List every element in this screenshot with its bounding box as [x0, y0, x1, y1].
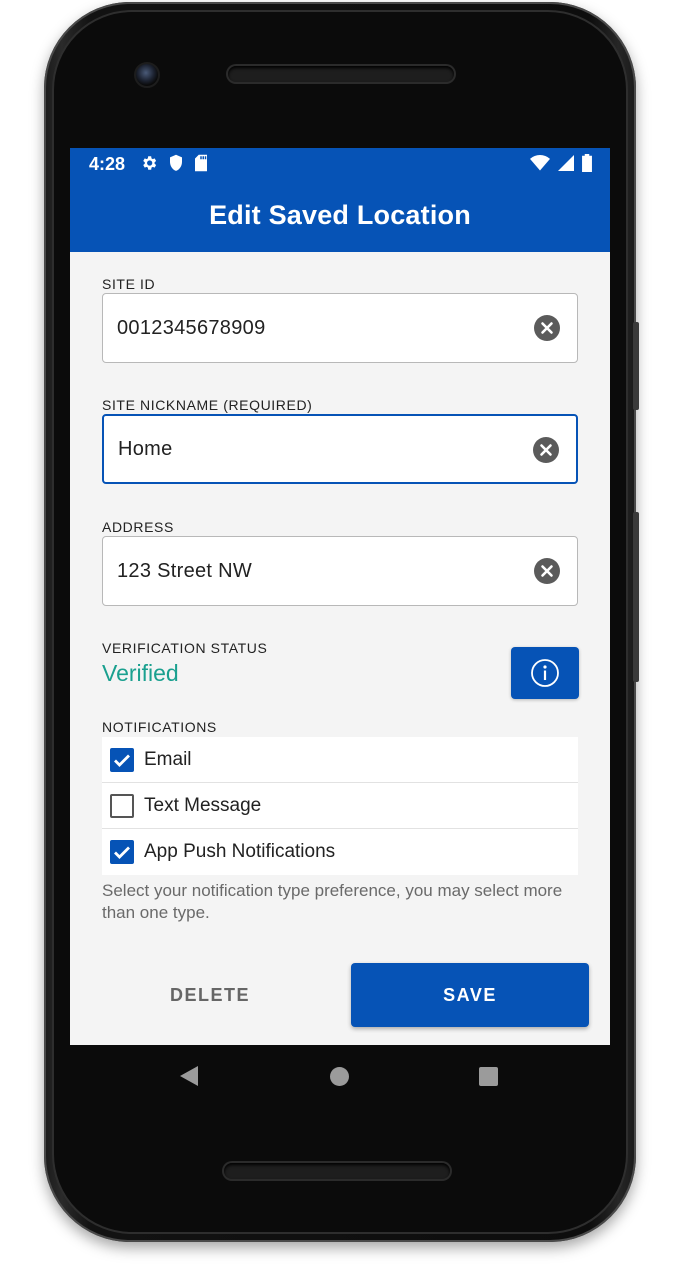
info-icon [531, 659, 559, 687]
status-time: 4:28 [89, 154, 126, 174]
notifications-label: NOTIFICATIONS [102, 719, 217, 735]
shield-icon [170, 154, 182, 171]
app-screen: 4:28 Edit Saved Location SITE ID 0012345… [70, 148, 610, 1045]
notifications-help-text: Select your notification type preference… [102, 881, 563, 922]
email-option-label: Email [144, 749, 192, 770]
status-icons-left [140, 154, 208, 172]
bottom-speaker [224, 1163, 450, 1179]
recent-apps-icon[interactable] [479, 1067, 498, 1086]
notification-options: Email Text Message App Push Notification… [102, 737, 578, 875]
back-icon[interactable] [178, 1065, 200, 1087]
site-nickname-input[interactable] [118, 416, 518, 482]
status-icons-right [530, 154, 592, 172]
home-icon[interactable] [330, 1067, 349, 1086]
notification-option-email[interactable]: Email [102, 737, 578, 783]
gear-icon [143, 156, 157, 170]
earpiece-speaker [228, 66, 454, 82]
app-push-checkbox[interactable] [110, 840, 134, 864]
clear-icon[interactable] [533, 437, 559, 463]
text-message-checkbox[interactable] [110, 794, 134, 818]
app-push-option-label: App Push Notifications [144, 841, 336, 862]
notification-option-text-message[interactable]: Text Message [102, 783, 578, 829]
email-checkbox[interactable] [110, 748, 134, 772]
site-id-label: SITE ID [102, 276, 156, 292]
site-id-field [102, 293, 578, 363]
clear-icon[interactable] [534, 315, 560, 341]
battery-icon [582, 154, 592, 172]
site-nickname-label: SITE NICKNAME (REQUIRED) [102, 397, 313, 413]
info-button[interactable] [511, 647, 579, 699]
address-label: ADDRESS [102, 519, 174, 535]
verification-status-value: Verified [102, 660, 179, 686]
save-button[interactable]: SAVE [351, 963, 589, 1027]
notification-option-app-push[interactable]: App Push Notifications [102, 829, 578, 875]
signal-icon [558, 155, 574, 171]
address-field [102, 536, 578, 606]
volume-button [633, 512, 639, 682]
checkmark-icon [114, 754, 130, 767]
text-message-option-label: Text Message [144, 795, 262, 816]
delete-button[interactable]: DELETE [100, 963, 320, 1027]
app-bar: 4:28 Edit Saved Location [70, 148, 610, 252]
verification-status-label: VERIFICATION STATUS [102, 640, 268, 656]
checkmark-icon [114, 846, 130, 859]
front-camera [134, 62, 160, 88]
clear-icon[interactable] [534, 558, 560, 584]
address-input[interactable] [117, 537, 517, 605]
site-nickname-field [102, 414, 578, 484]
wifi-icon [530, 155, 550, 171]
site-id-input[interactable] [117, 294, 517, 362]
power-button [633, 322, 639, 410]
sd-card-icon [195, 154, 207, 172]
page-title: Edit Saved Location [209, 200, 471, 230]
